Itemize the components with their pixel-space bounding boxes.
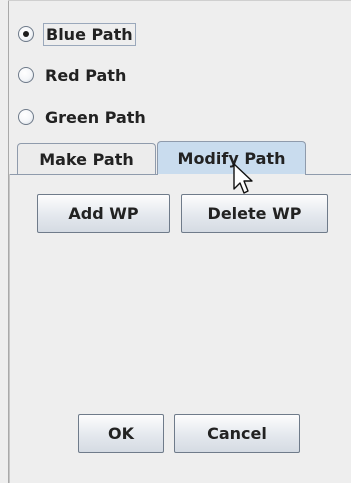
radio-option-green-path[interactable]: Green Path <box>18 104 148 130</box>
radio-button-checked-icon[interactable] <box>18 26 34 42</box>
panel-top-border <box>8 0 351 1</box>
radio-option-red-path[interactable]: Red Path <box>18 62 128 88</box>
delete-wp-button[interactable]: Delete WP <box>181 194 328 233</box>
tab-content-border <box>9 174 10 483</box>
ok-button[interactable]: OK <box>78 414 164 453</box>
radio-label-red-path: Red Path <box>45 65 127 85</box>
tab-make-path-label: Make Path <box>39 149 134 169</box>
tab-make-path[interactable]: Make Path <box>17 143 156 174</box>
radio-button-icon[interactable] <box>18 109 34 125</box>
pointer-cursor-icon <box>233 163 253 194</box>
radio-option-blue-path[interactable]: Blue Path <box>18 21 136 47</box>
add-wp-button[interactable]: Add WP <box>37 194 170 233</box>
radio-label-green-path: Green Path <box>45 107 146 127</box>
radio-label-blue-path: Blue Path <box>43 22 136 46</box>
radio-button-icon[interactable] <box>18 67 34 83</box>
cancel-button[interactable]: Cancel <box>174 414 300 453</box>
